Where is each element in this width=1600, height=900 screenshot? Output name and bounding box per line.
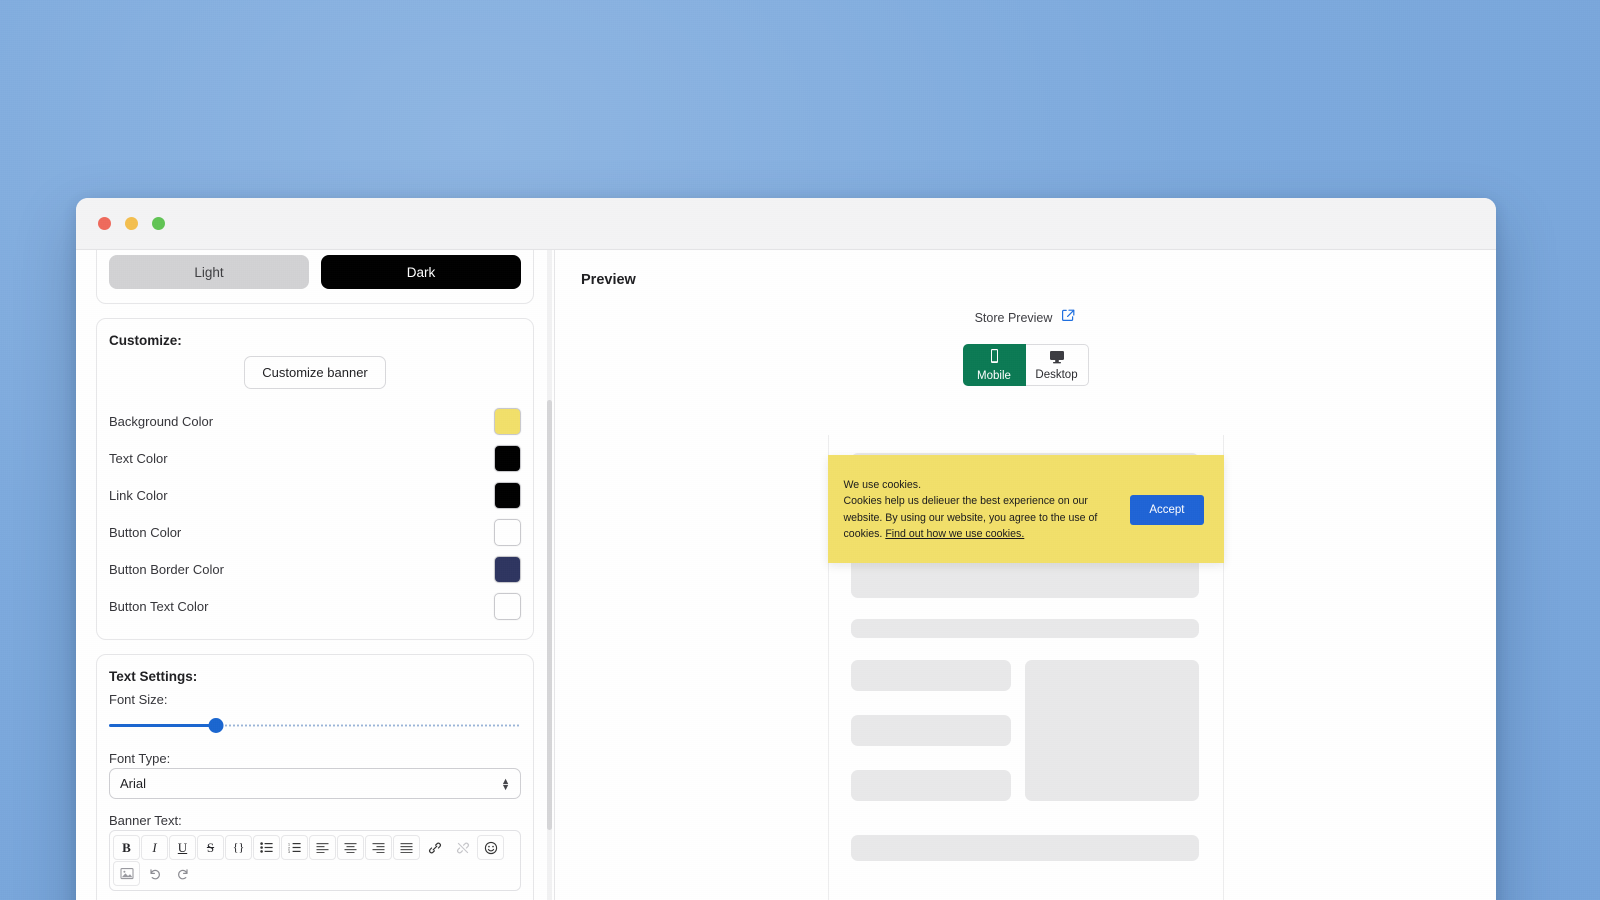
align-left-icon[interactable] xyxy=(309,835,336,860)
color-row-background: Background Color xyxy=(109,403,521,439)
device-toggle-desktop[interactable]: Desktop xyxy=(1025,344,1089,386)
color-row-button: Button Color xyxy=(109,514,521,550)
stepper-chevrons-icon: ▲ ▼ xyxy=(501,775,510,792)
remove-link-icon[interactable] xyxy=(449,835,476,860)
font-type-select[interactable]: Arial ▲ ▼ xyxy=(109,768,521,799)
settings-panel-scrollbar[interactable] xyxy=(547,250,552,900)
numbered-list-icon[interactable]: 1 2 3 xyxy=(281,835,308,860)
theme-toggle-group: Light Dark xyxy=(109,255,521,289)
italic-icon[interactable]: I xyxy=(141,835,168,860)
skeleton-block-left-1 xyxy=(850,660,1011,691)
text-settings-card: Text Settings: Font Size: Font Type: Ari… xyxy=(96,654,534,900)
slider-filled-track xyxy=(109,724,217,727)
cookie-consent-banner: We use cookies. Cookies help us delieuer… xyxy=(827,455,1224,563)
theme-dark-button[interactable]: Dark xyxy=(321,255,521,289)
device-label: Mobile xyxy=(977,370,1011,382)
color-row-link: Link Color xyxy=(109,477,521,513)
browser-window: Light Dark Customize: Customize banner B… xyxy=(76,198,1496,900)
maximize-window-button[interactable] xyxy=(152,217,165,230)
code-block-icon[interactable]: {} xyxy=(225,835,252,860)
button-text-color-swatch[interactable] xyxy=(494,592,521,620)
color-row-button-text: Button Text Color xyxy=(109,588,521,624)
mobile-phone-icon xyxy=(988,348,1001,369)
theme-toggle-card: Light Dark xyxy=(96,250,534,304)
skeleton-block-right xyxy=(1024,660,1199,801)
scrollbar-thumb[interactable] xyxy=(547,400,552,830)
bold-icon[interactable]: B xyxy=(113,835,140,860)
customize-card: Customize: Customize banner Background C… xyxy=(96,318,534,640)
cookie-banner-headline: We use cookies. xyxy=(843,479,922,491)
device-label: Desktop xyxy=(1035,369,1078,381)
font-size-label: Font Size: xyxy=(109,692,168,707)
desktop-monitor-icon xyxy=(1048,349,1066,368)
rich-text-toolbar: B I U S {} 1 2 3 xyxy=(109,830,521,891)
font-type-label: Font Type: xyxy=(109,751,171,766)
color-row-button-border: Button Border Color xyxy=(109,551,521,587)
cookie-banner-text: We use cookies. Cookies help us delieuer… xyxy=(844,477,1117,543)
skeleton-bottom-bar xyxy=(850,835,1199,861)
undo-icon[interactable] xyxy=(141,861,168,886)
insert-image-icon[interactable] xyxy=(113,861,140,886)
customize-banner-button[interactable]: Customize banner xyxy=(244,356,386,389)
text-color-swatch[interactable] xyxy=(494,444,521,472)
strikethrough-icon[interactable]: S xyxy=(197,835,224,860)
preview-title: Preview xyxy=(581,272,636,288)
font-size-slider[interactable] xyxy=(109,717,521,735)
window-titlebar xyxy=(76,198,1496,250)
link-color-swatch[interactable] xyxy=(494,481,521,509)
align-right-icon[interactable] xyxy=(365,835,392,860)
theme-light-button[interactable]: Light xyxy=(109,255,309,289)
store-preview-label: Store Preview xyxy=(974,311,1053,325)
close-window-button[interactable] xyxy=(98,217,111,230)
color-label: Link Color xyxy=(109,487,168,503)
underline-icon[interactable]: U xyxy=(169,835,196,860)
customize-title: Customize: xyxy=(109,333,182,348)
color-label: Button Border Color xyxy=(109,561,224,577)
align-center-icon[interactable] xyxy=(337,835,364,860)
color-label: Button Text Color xyxy=(109,598,209,614)
color-row-text: Text Color xyxy=(109,440,521,476)
skeleton-block-left-2 xyxy=(850,715,1011,746)
redo-icon[interactable] xyxy=(169,861,196,886)
background-color-swatch[interactable] xyxy=(494,407,521,435)
store-preview-row[interactable]: Store Preview xyxy=(581,308,1470,328)
align-justify-icon[interactable] xyxy=(393,835,420,860)
button-border-color-swatch[interactable] xyxy=(494,555,521,583)
color-label: Text Color xyxy=(109,450,168,466)
cookie-policy-link[interactable]: Find out how we use cookies. xyxy=(885,528,1024,540)
slider-remaining-track xyxy=(216,724,521,727)
slider-handle[interactable] xyxy=(208,718,224,733)
text-settings-title: Text Settings: xyxy=(109,669,198,684)
color-label: Button Color xyxy=(109,524,182,540)
settings-panel: Light Dark Customize: Customize banner B… xyxy=(76,250,554,900)
button-color-swatch[interactable] xyxy=(494,518,521,546)
skeleton-block-left-3 xyxy=(850,770,1011,801)
window-content: Light Dark Customize: Customize banner B… xyxy=(76,250,1496,900)
customize-banner-wrapper: Customize banner xyxy=(109,356,521,389)
insert-link-icon[interactable] xyxy=(421,835,448,860)
emoji-icon[interactable] xyxy=(477,835,504,860)
external-link-icon[interactable] xyxy=(1061,308,1076,328)
font-type-value: Arial xyxy=(120,776,147,791)
color-label: Background Color xyxy=(109,413,214,429)
preview-panel: Preview Store Preview Mobile Desktop We … xyxy=(555,250,1496,900)
minimize-window-button[interactable] xyxy=(125,217,138,230)
bulleted-list-icon[interactable] xyxy=(253,835,280,860)
device-toggle-group: Mobile Desktop xyxy=(581,344,1470,386)
device-toggle-mobile[interactable]: Mobile xyxy=(962,344,1026,386)
banner-text-label: Banner Text: xyxy=(109,813,182,828)
desktop-background: Light Dark Customize: Customize banner B… xyxy=(0,0,1600,900)
cookie-accept-button[interactable]: Accept xyxy=(1130,494,1204,525)
skeleton-text-bar xyxy=(850,619,1199,638)
svg-text:3: 3 xyxy=(288,850,290,853)
traffic-light-controls xyxy=(98,217,165,230)
